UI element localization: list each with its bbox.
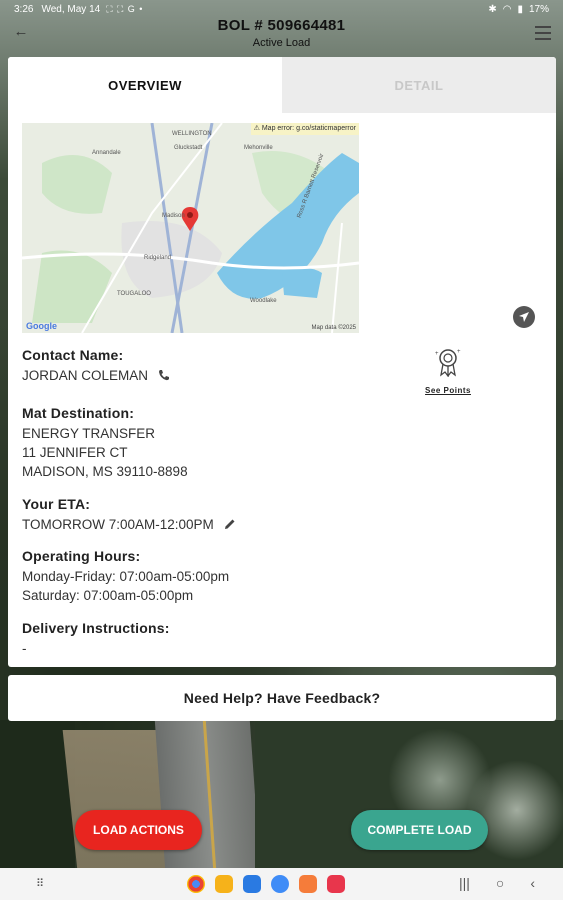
destination-section: Mat Destination: ENERGY TRANSFER 11 JENN… <box>22 405 188 481</box>
destination-label: Mat Destination: <box>22 405 135 421</box>
page-title: BOL # 509664481 <box>217 17 346 34</box>
app-header: ← BOL # 509664481 Active Load <box>0 14 563 54</box>
svg-text:+: + <box>457 349 461 355</box>
chrome-icon[interactable] <box>187 875 205 893</box>
hamburger-menu-icon[interactable] <box>535 26 551 40</box>
destination-line3: MADISON, MS 39110-8898 <box>22 464 188 479</box>
app-drawer-icon[interactable]: ⠿ <box>36 877 44 890</box>
map-graphic <box>22 123 359 333</box>
see-points-link[interactable]: + + See Points <box>413 347 483 395</box>
delivery-section: Delivery Instructions: - <box>22 620 170 658</box>
tab-detail[interactable]: DETAIL <box>282 57 556 113</box>
recents-icon[interactable]: ||| <box>459 875 470 891</box>
status-date: Wed, May 14 <box>41 3 101 15</box>
tab-bar: OVERVIEW DETAIL <box>8 57 556 113</box>
contact-name: JORDAN COLEMAN <box>22 368 149 383</box>
delivery-value: - <box>22 641 27 656</box>
destination-line2: 11 JENNIFER CT <box>22 445 128 460</box>
back-icon[interactable]: ‹ <box>530 875 535 891</box>
battery-level: 17% <box>528 3 549 15</box>
calendar-icon[interactable] <box>243 875 261 893</box>
navigate-arrow-icon[interactable] <box>513 306 535 328</box>
screen-recorder-icon[interactable] <box>327 875 345 893</box>
hours-weekday: Monday-Friday: 07:00am-05:00pm <box>22 569 230 584</box>
system-navbar: ⠿ ||| ○ ‹ <box>0 868 563 900</box>
tab-overview[interactable]: OVERVIEW <box>8 57 282 113</box>
phone-icon[interactable] <box>158 367 170 386</box>
delivery-label: Delivery Instructions: <box>22 620 170 636</box>
notes-icon[interactable] <box>215 875 233 893</box>
contact-label: Contact Name: <box>22 347 124 363</box>
contacts-icon[interactable] <box>299 875 317 893</box>
eta-section: Your ETA: TOMORROW 7:00AM-12:00PM <box>22 496 236 535</box>
status-notifications: ⛶ ⛶ G • <box>106 3 144 14</box>
contact-section: Contact Name: JORDAN COLEMAN <box>22 347 170 386</box>
system-nav-keys: ||| ○ ‹ <box>459 875 535 891</box>
google-logo: Google <box>26 321 57 331</box>
complete-load-button[interactable]: COMPLETE LOAD <box>351 810 488 850</box>
back-arrow-icon[interactable]: ← <box>12 24 30 40</box>
map-error-banner: ⚠ Map error: g.co/staticmaperror <box>250 123 359 135</box>
home-icon[interactable]: ○ <box>496 875 504 891</box>
load-overview-card: OVERVIEW DETAIL WELLINGTON Gluckstadt Me… <box>8 57 556 667</box>
eta-value: TOMORROW 7:00AM-12:00PM <box>22 517 214 532</box>
map-attribution: Map data ©2025 <box>311 325 356 331</box>
map-preview[interactable]: WELLINGTON Gluckstadt Mehonville Annanda… <box>22 123 359 333</box>
hours-saturday: Saturday: 07:00am-05:00pm <box>22 588 194 603</box>
svg-text:+: + <box>435 351 439 357</box>
bluetooth-icon: ✱ <box>488 3 497 15</box>
award-ribbon-icon: + + <box>435 349 461 378</box>
eta-label: Your ETA: <box>22 496 91 512</box>
hours-label: Operating Hours: <box>22 548 141 564</box>
help-feedback-button[interactable]: Need Help? Have Feedback? <box>8 675 556 721</box>
messages-icon[interactable] <box>271 875 289 893</box>
wifi-icon: ◠ <box>502 3 512 15</box>
battery-icon: ▮ <box>517 3 523 15</box>
see-points-label: See Points <box>425 386 471 395</box>
hours-section: Operating Hours: Monday-Friday: 07:00am-… <box>22 548 229 605</box>
app-dock <box>187 875 345 893</box>
load-actions-button[interactable]: LOAD ACTIONS <box>75 810 202 850</box>
page-subtitle: Active Load <box>252 37 311 49</box>
status-time: 3:26 <box>14 3 34 15</box>
destination-line1: ENERGY TRANSFER <box>22 426 156 441</box>
pencil-edit-icon[interactable] <box>224 516 236 535</box>
